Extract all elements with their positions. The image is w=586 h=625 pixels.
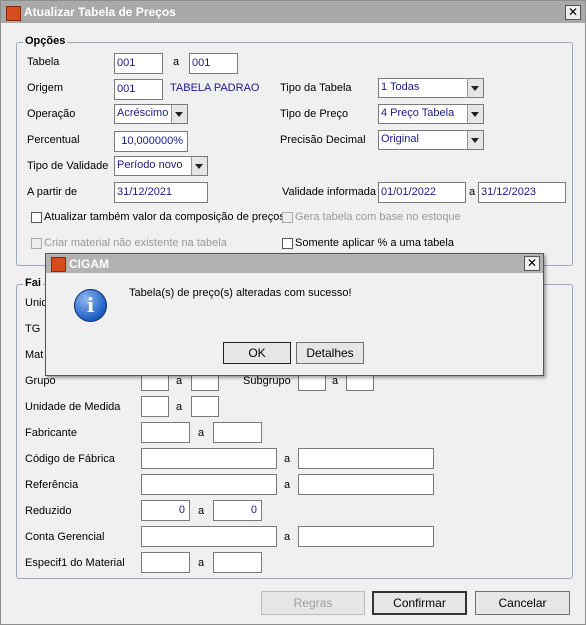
- tipo-validade-select[interactable]: Período novo: [114, 156, 208, 176]
- conta-from-input[interactable]: [141, 526, 277, 547]
- codigo-a-label: a: [284, 453, 291, 465]
- codigo-from-input[interactable]: [141, 448, 277, 469]
- close-button[interactable]: ✕: [565, 5, 581, 20]
- ok-button[interactable]: OK: [223, 342, 291, 364]
- tipo-tabela-value: 1 Todas: [381, 81, 420, 93]
- dialog-message: Tabela(s) de preço(s) alteradas com suce…: [129, 287, 352, 299]
- validade-from-input[interactable]: 01/01/2022: [378, 182, 466, 203]
- gera-tabela-checkbox[interactable]: [282, 212, 293, 223]
- especif-to-input[interactable]: [213, 552, 262, 573]
- grupo-a-label: a: [176, 375, 183, 387]
- unidade-from-input[interactable]: [141, 396, 169, 417]
- tipo-tabela-label: Tipo da Tabela: [280, 82, 352, 94]
- codigo-to-input[interactable]: [298, 448, 434, 469]
- dialog-close-button[interactable]: ✕: [524, 256, 540, 271]
- percentual-input[interactable]: 10,000000%: [114, 131, 188, 152]
- fabricante-label: Fabricante: [25, 427, 77, 439]
- chevron-down-icon[interactable]: [171, 105, 187, 123]
- cancelar-button[interactable]: Cancelar: [475, 591, 570, 615]
- tabela-label: Tabela: [27, 56, 60, 68]
- conta-to-input[interactable]: [298, 526, 434, 547]
- operacao-value: Acréscimo: [117, 107, 169, 119]
- dialog-app-icon: [51, 257, 66, 272]
- especif-label: Especif1 do Material: [25, 557, 125, 569]
- precisao-value: Original: [381, 133, 419, 145]
- tipo-validade-value: Período novo: [117, 159, 183, 171]
- gera-tabela-label: Gera tabela com base no estoque: [295, 211, 461, 223]
- somente-aplicar-checkbox[interactable]: [282, 238, 293, 249]
- tabela-a-label: a: [173, 56, 180, 68]
- conta-gerencial-label: Conta Gerencial: [25, 531, 105, 543]
- conta-a-label: a: [284, 531, 291, 543]
- dialog-title-bar: CIGAM ✕: [46, 254, 543, 273]
- unidade-medida-label: Unidade de Medida: [25, 401, 121, 413]
- options-group: [16, 42, 573, 266]
- percentual-label: Percentual: [27, 134, 80, 146]
- atualizar-composicao-checkbox[interactable]: [31, 212, 42, 223]
- criar-material-label: Criar material não existente na tabela: [44, 237, 227, 249]
- reduzido-label: Reduzido: [25, 505, 72, 517]
- tipo-validade-label: Tipo de Validade: [27, 160, 109, 172]
- unidade-a-label: a: [176, 401, 183, 413]
- origem-label: Origem: [27, 82, 64, 94]
- faixas-legend: Fai: [23, 277, 43, 289]
- referencia-to-input[interactable]: [298, 474, 434, 495]
- origem-input[interactable]: 001: [114, 79, 163, 100]
- tabela-to-input[interactable]: 001: [189, 53, 238, 74]
- mat-label: Mat: [25, 349, 44, 361]
- chevron-down-icon[interactable]: [467, 131, 483, 149]
- validade-a-label: a: [469, 186, 476, 198]
- codigo-fabrica-label: Código de Fábrica: [25, 453, 115, 465]
- tipo-preco-select[interactable]: 4 Preço Tabela: [378, 104, 484, 124]
- especif-from-input[interactable]: [141, 552, 190, 573]
- precisao-label: Precisão Decimal: [280, 134, 366, 146]
- options-legend: Opções: [23, 35, 68, 47]
- subgrupo-a-label: a: [332, 375, 339, 387]
- main-window: Atualizar Tabela de Preços ✕ Opções Tabe…: [0, 0, 586, 625]
- origem-description: TABELA PADRAO: [170, 82, 260, 94]
- criar-material-checkbox[interactable]: [31, 238, 42, 249]
- subgrupo-label: Subgrupo: [243, 375, 291, 387]
- detalhes-button[interactable]: Detalhes: [296, 342, 364, 364]
- tabela-from-input[interactable]: 001: [114, 53, 163, 74]
- title-bar: Atualizar Tabela de Preços ✕: [1, 1, 585, 23]
- fabricante-from-input[interactable]: [141, 422, 190, 443]
- chevron-down-icon[interactable]: [191, 157, 207, 175]
- information-icon: i: [74, 289, 107, 322]
- referencia-label: Referência: [25, 479, 79, 491]
- regras-button[interactable]: Regras: [261, 591, 365, 615]
- unidade-to-input[interactable]: [191, 396, 219, 417]
- tipo-tabela-select[interactable]: 1 Todas: [378, 78, 484, 98]
- somente-aplicar-label: Somente aplicar % a uma tabela: [295, 237, 454, 249]
- operacao-select[interactable]: Acréscimo: [114, 104, 188, 124]
- fabricante-a-label: a: [198, 427, 205, 439]
- precisao-select[interactable]: Original: [378, 130, 484, 150]
- confirmar-button[interactable]: Confirmar: [372, 591, 467, 615]
- reduzido-to-input[interactable]: 0: [213, 500, 262, 521]
- reduzido-a-label: a: [198, 505, 205, 517]
- reduzido-from-input[interactable]: 0: [141, 500, 190, 521]
- validade-to-input[interactable]: 31/12/2023: [478, 182, 566, 203]
- fabricante-to-input[interactable]: [213, 422, 262, 443]
- apartir-label: A partir de: [27, 186, 78, 198]
- grupo-label: Grupo: [25, 375, 56, 387]
- tipo-preco-label: Tipo de Preço: [280, 108, 349, 120]
- validade-informada-label: Validade informada: [282, 186, 376, 198]
- chevron-down-icon[interactable]: [467, 79, 483, 97]
- referencia-from-input[interactable]: [141, 474, 277, 495]
- referencia-a-label: a: [284, 479, 291, 491]
- message-dialog: CIGAM ✕ i Tabela(s) de preço(s) alterada…: [45, 253, 544, 376]
- operacao-label: Operação: [27, 108, 76, 120]
- app-icon: [6, 6, 21, 21]
- atualizar-composicao-label: Atualizar também valor da composição de …: [44, 211, 285, 223]
- window-title: Atualizar Tabela de Preços: [24, 5, 176, 19]
- dialog-title: CIGAM: [69, 257, 109, 271]
- tipo-preco-value: 4 Preço Tabela: [381, 107, 455, 119]
- apartir-input[interactable]: 31/12/2021: [114, 182, 208, 203]
- chevron-down-icon[interactable]: [467, 105, 483, 123]
- tg-label: TG: [25, 323, 41, 335]
- especif-a-label: a: [198, 557, 205, 569]
